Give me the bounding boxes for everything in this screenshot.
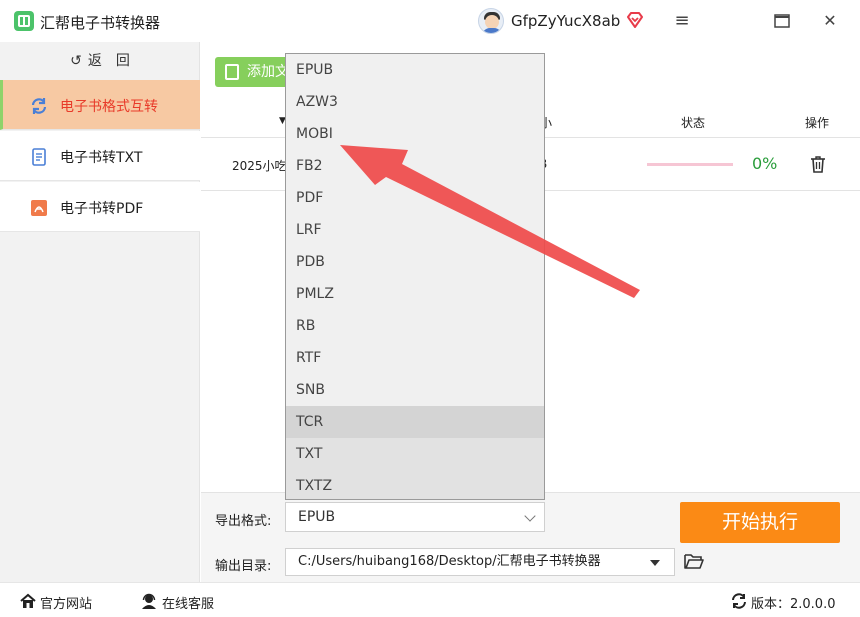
maximize-button[interactable] [768,8,796,34]
document-icon [32,148,46,166]
dir-label: 输出目录: [215,559,272,574]
app-title: 汇帮电子书转换器 [40,14,161,32]
user-avatar[interactable] [478,8,504,34]
back-arrow-icon: ↺ [70,53,82,69]
dropdown-option-azw3[interactable]: AZW3 [286,86,544,118]
add-file-icon [225,64,239,80]
sidebar-item-to-pdf[interactable]: 电子书转PDF [0,182,200,232]
username[interactable]: GfpZyYucX8ab [511,12,620,30]
sidebar-item-label: 电子书转TXT [60,150,143,166]
progress-bar [647,163,733,166]
online-service-link[interactable]: 在线客服 [162,593,214,612]
dropdown-option-txtz[interactable]: TXTZ [286,470,544,499]
dropdown-option-rtf[interactable]: RTF [286,342,544,374]
format-label: 导出格式: [215,514,272,529]
pdf-icon [31,200,47,216]
dropdown-option-tcr[interactable]: TCR [286,406,544,438]
sidebar-item-label: 电子书格式互转 [60,99,158,115]
sidebar: ↺ 返 回 电子书格式互转 电子书转TXT 电子书转PDF [0,42,200,582]
dropdown-option-epub[interactable]: EPUB [286,54,544,86]
chevron-down-icon [524,510,536,522]
annotation-arrow [340,145,640,298]
home-icon [20,593,36,608]
close-button[interactable]: ✕ [816,8,844,34]
caret-down-icon [650,560,660,566]
sidebar-item-label: 电子书转PDF [60,201,144,217]
status-bar: 官方网站 在线客服 版本：2.0.0.0 [0,582,860,617]
version-label: 版本：2.0.0.0 [751,597,836,612]
vip-diamond-icon[interactable] [625,10,645,30]
output-dir-select[interactable]: C:/Users/huibang168/Desktop/汇帮电子书转换器 [285,548,675,576]
column-action: 操作 [805,116,830,130]
update-refresh-icon [732,593,746,609]
title-bar: 汇帮电子书转换器 GfpZyYucX8ab ≡ ✕ [0,0,860,42]
column-status: 状态 [681,116,706,130]
export-format-select[interactable]: EPUB [285,502,545,532]
dropdown-option-snb[interactable]: SNB [286,374,544,406]
bottom-panel: 导出格式: EPUB 输出目录: C:/Users/huibang168/Des… [201,492,860,582]
start-button[interactable]: 开始执行 [680,502,840,543]
dir-value: C:/Users/huibang168/Desktop/汇帮电子书转换器 [298,554,601,569]
refresh-icon [31,98,47,114]
menu-button[interactable]: ≡ [668,8,696,34]
progress-percent: 0% [752,154,778,173]
customer-service-icon [142,593,156,609]
back-button[interactable]: ↺ 返 回 [0,42,200,80]
official-website-link[interactable]: 官方网站 [40,593,92,612]
dropdown-option-rb[interactable]: RB [286,310,544,342]
sidebar-item-to-txt[interactable]: 电子书转TXT [0,131,200,181]
format-value: EPUB [298,509,336,525]
file-name: 2025小吃 [232,159,287,173]
trash-icon[interactable] [810,155,826,173]
folder-open-icon[interactable] [684,553,704,569]
dropdown-option-txt[interactable]: TXT [286,438,544,470]
back-label: 返 回 [87,53,130,69]
app-logo-icon [14,11,34,31]
sidebar-item-format-convert[interactable]: 电子书格式互转 [0,80,200,130]
